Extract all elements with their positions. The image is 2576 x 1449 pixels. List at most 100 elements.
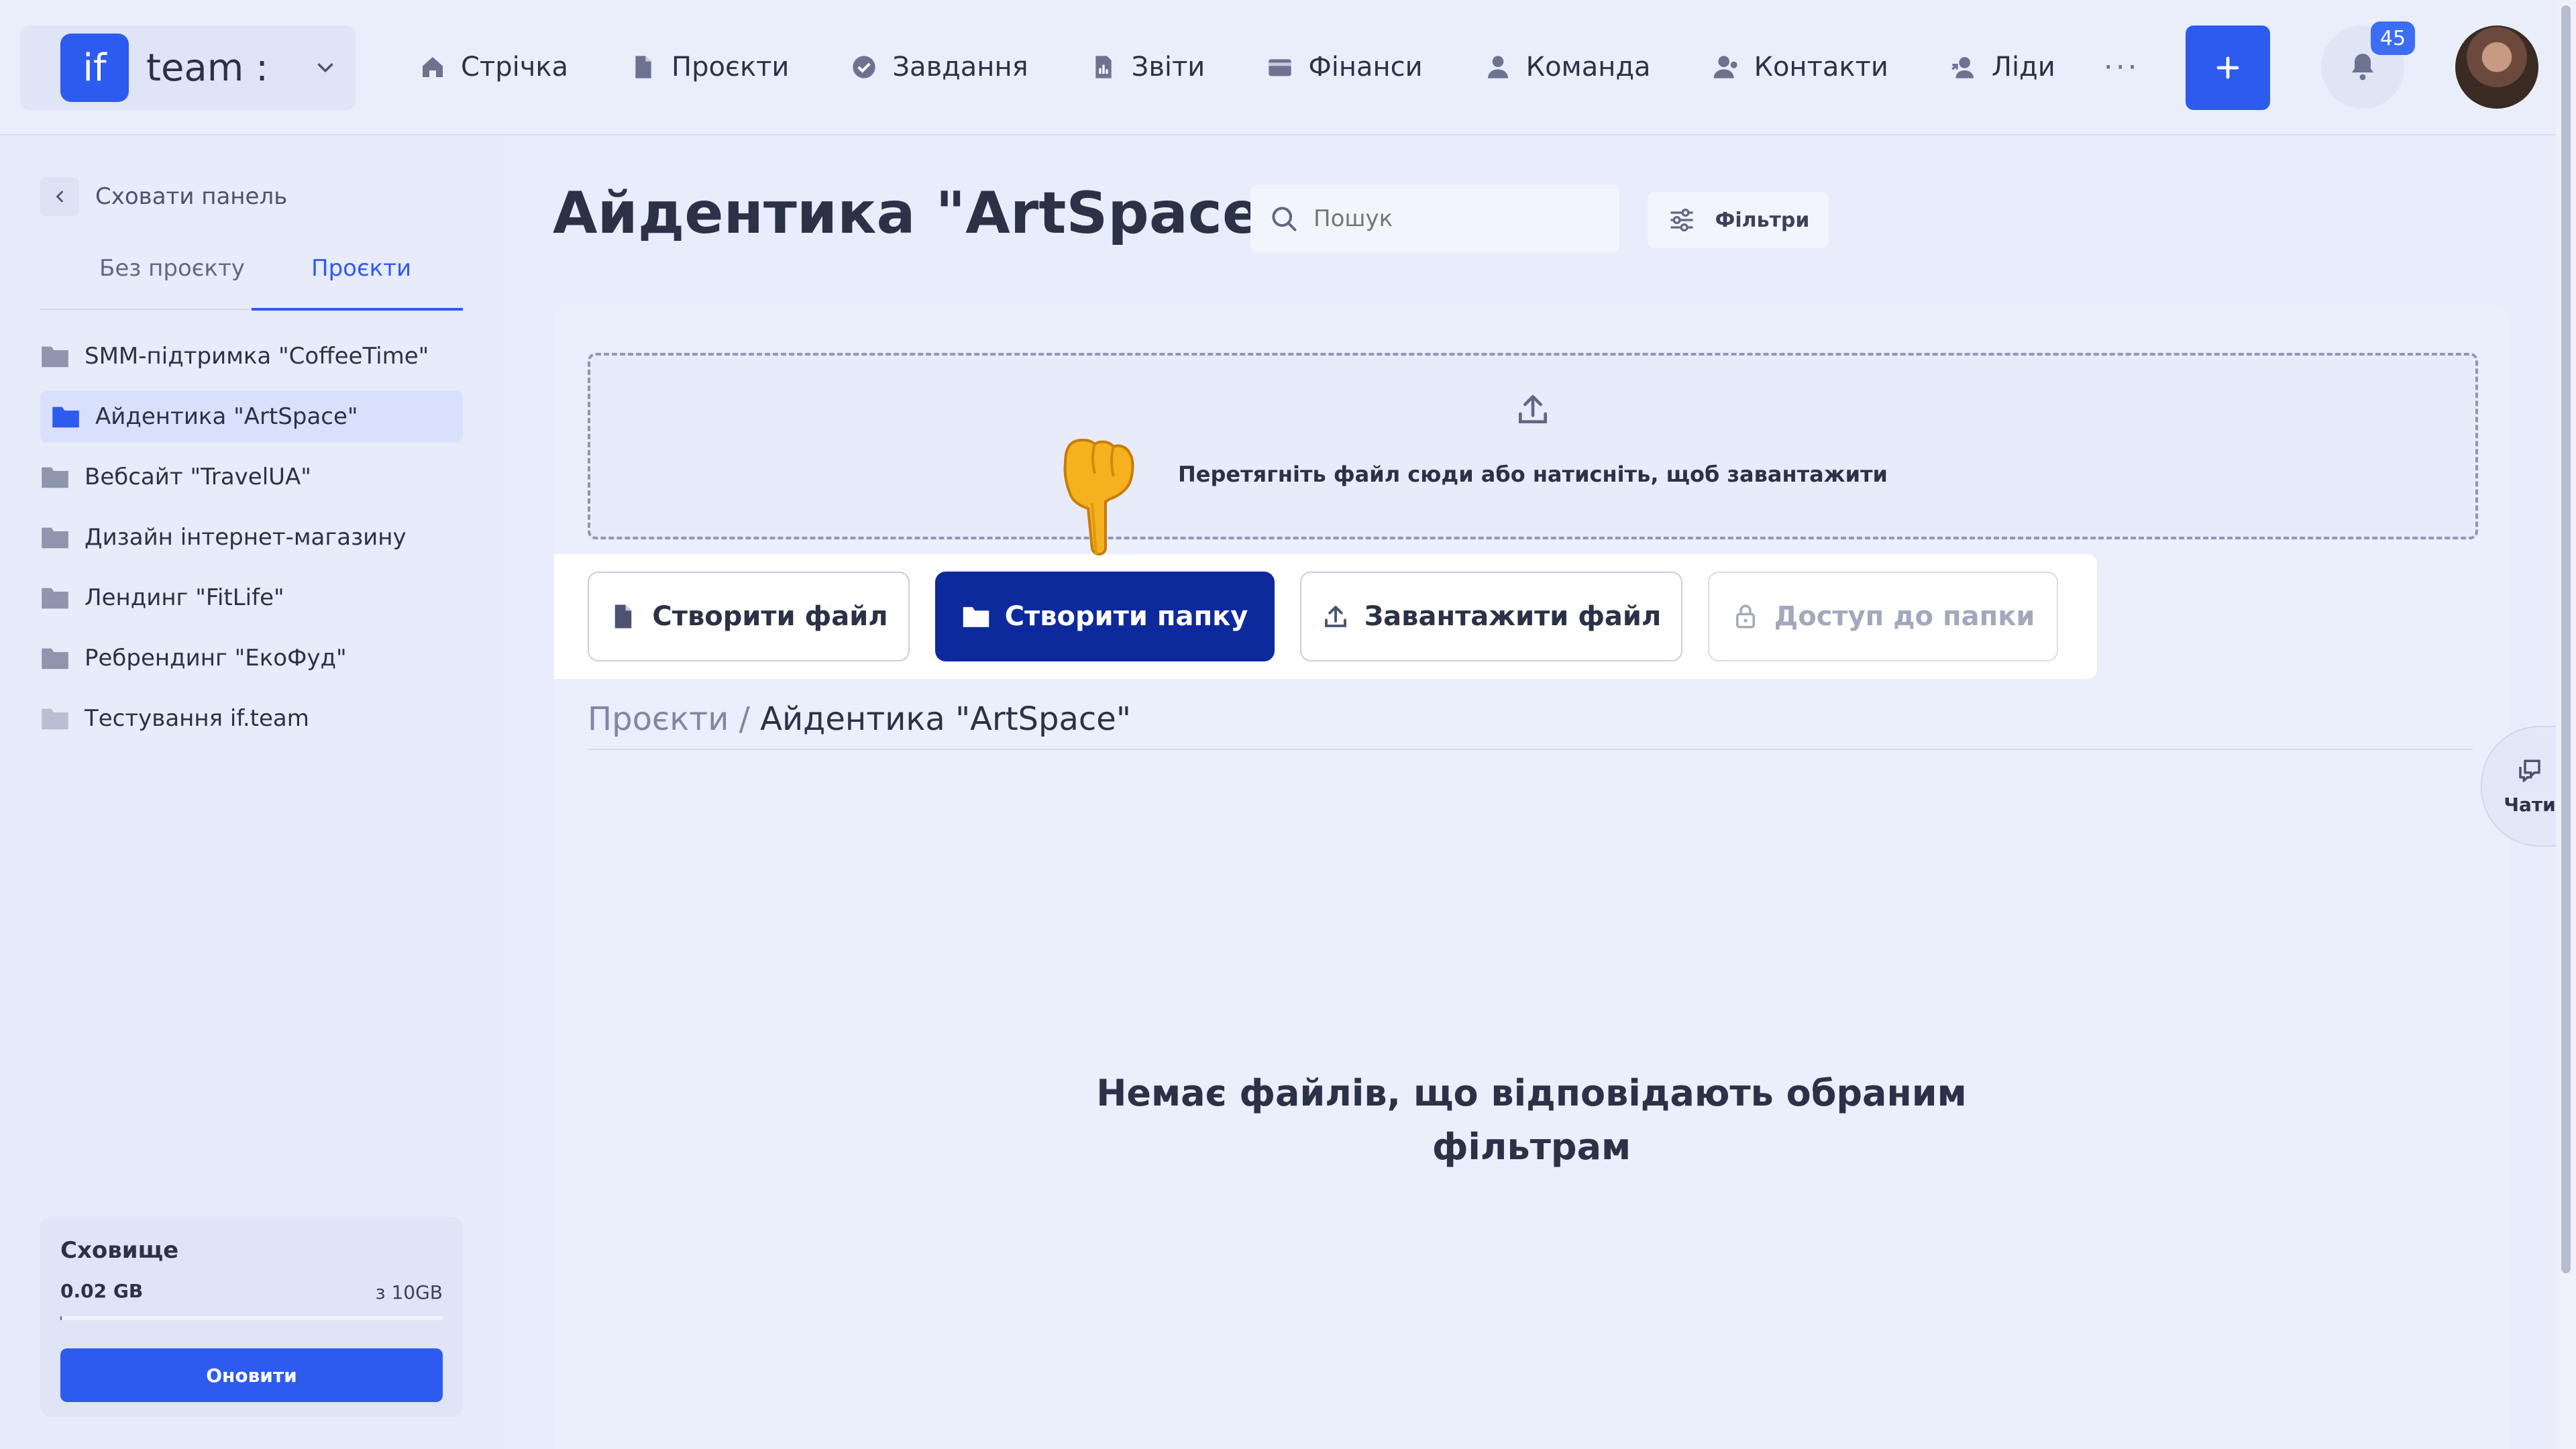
workspace-switcher[interactable]: if team : <box>20 25 356 110</box>
create-folder-button[interactable]: Створити папку <box>935 572 1275 661</box>
chevron-down-icon <box>317 63 333 72</box>
top-bar: if team : Стрічка Проєкти Завдання Звіти… <box>0 0 2556 136</box>
active-tab-indicator <box>252 308 463 311</box>
brand-logo: if <box>60 34 129 102</box>
storage-title: Сховище <box>60 1237 179 1264</box>
folder-access-button[interactable]: Доступ до папки <box>1708 572 2058 661</box>
project-list: SMM-підтримка "CoffeeTime" Айдентика "Ar… <box>40 330 463 753</box>
create-file-button[interactable]: Створити файл <box>588 572 910 661</box>
project-item[interactable]: Ребрендинг "ЕкоФуд" <box>40 632 463 684</box>
nav-label: Команда <box>1525 52 1651 83</box>
contacts-icon <box>1713 56 1737 78</box>
nav-label: Звіти <box>1131 52 1205 83</box>
folder-icon <box>42 346 68 368</box>
project-label: Лендинг "FitLife" <box>85 584 284 611</box>
sidebar: Сховати панель Без проєкту Проєкти SMM-п… <box>0 136 503 1449</box>
notifications-badge: 45 <box>2371 21 2415 55</box>
filter-sliders-icon <box>1670 208 1693 232</box>
project-item[interactable]: Лендинг "FitLife" <box>40 572 463 624</box>
create-file-label: Створити файл <box>652 601 888 632</box>
upload-dropzone[interactable]: Перетягніть файл сюди або натисніть, щоб… <box>588 353 2478 539</box>
hide-panel-button[interactable]: Сховати панель <box>40 177 287 216</box>
breadcrumb: Проєкти / Айдентика "ArtSpace" <box>588 700 1131 738</box>
nav-label: Фінанси <box>1308 52 1423 83</box>
folder-icon <box>963 607 989 627</box>
tab-no-project[interactable]: Без проєкту <box>99 255 245 282</box>
avatar[interactable] <box>2455 25 2538 109</box>
breadcrumb-current: Айдентика "ArtSpace" <box>760 700 1131 738</box>
upgrade-button[interactable]: Оновити <box>60 1348 443 1402</box>
lock-icon <box>1735 604 1755 629</box>
storage-used: 0.02 GB <box>60 1280 144 1302</box>
storage-total: з 10GB <box>375 1281 443 1303</box>
project-label: Ребрендинг "ЕкоФуд" <box>85 645 347 672</box>
report-icon <box>1095 56 1112 78</box>
folder-icon <box>42 467 68 488</box>
nav-item-team[interactable]: Команда <box>1485 52 1651 83</box>
dropzone-text: Перетягніть файл сюди або натисніть, щоб… <box>1178 462 1888 487</box>
storage-panel: Сховище 0.02 GB з 10GB Оновити <box>40 1217 463 1417</box>
project-item[interactable]: Вебсайт "TravelUA" <box>40 451 463 503</box>
filters-label: Фільтри <box>1715 208 1810 232</box>
upload-file-label: Завантажити файл <box>1364 601 1662 632</box>
sidebar-tabs: Без проєкту Проєкти <box>40 248 463 311</box>
actions-toolbar: Створити файл Створити папку Завантажити… <box>554 554 2097 679</box>
wallet-icon <box>1269 59 1291 76</box>
folder-icon <box>42 648 68 669</box>
project-label: Айдентика "ArtSpace" <box>95 403 358 430</box>
nav-label: Стрічка <box>461 52 569 83</box>
folder-icon <box>52 407 79 428</box>
nav-item-finance[interactable]: Фінанси <box>1267 52 1423 83</box>
folder-access-label: Доступ до папки <box>1774 601 2035 632</box>
nav-label: Ліди <box>1991 52 2055 83</box>
create-folder-label: Створити папку <box>1004 601 1248 632</box>
chevron-left-icon <box>40 177 79 216</box>
pointing-hand-icon <box>1063 439 1134 555</box>
bell-icon <box>2352 54 2373 80</box>
storage-progress-bar <box>60 1316 443 1320</box>
project-item-active[interactable]: Айдентика "ArtSpace" <box>40 390 463 443</box>
folder-icon <box>42 588 68 609</box>
nav-item-leads[interactable]: Ліди <box>1950 52 2055 83</box>
project-item[interactable]: SMM-підтримка "CoffeeTime" <box>40 330 463 382</box>
user-icon <box>1487 56 1508 78</box>
project-item[interactable]: Тестування if.team <box>40 692 463 745</box>
filters-button[interactable]: Фільтри <box>1648 192 1829 248</box>
file-icon <box>615 604 632 629</box>
search-icon <box>1272 207 1297 231</box>
chat-icon <box>2519 759 2540 782</box>
nav-item-contacts[interactable]: Контакти <box>1713 52 1888 83</box>
plus-icon <box>2216 56 2239 79</box>
folder-icon <box>42 527 68 549</box>
hide-panel-label: Сховати панель <box>95 183 288 210</box>
project-label: Вебсайт "TravelUA" <box>85 464 311 490</box>
nav-item-reports[interactable]: Звіти <box>1090 52 1205 83</box>
upload-icon <box>1324 606 1346 627</box>
search-box[interactable] <box>1250 185 1619 252</box>
nav-label: Завдання <box>892 52 1028 83</box>
page-title: Айдентика "ArtSpace" <box>553 180 1291 247</box>
project-label: Дизайн інтернет-магазину <box>85 524 407 551</box>
upload-file-button[interactable]: Завантажити файл <box>1300 572 1682 661</box>
brand-name: team : <box>146 46 268 90</box>
folder-icon <box>42 708 68 730</box>
project-label: SMM-підтримка "CoffeeTime" <box>85 343 429 370</box>
project-item[interactable]: Дизайн інтернет-магазину <box>40 511 463 564</box>
document-icon <box>635 56 651 78</box>
breadcrumb-root[interactable]: Проєкти / <box>588 700 750 738</box>
upload-icon <box>1519 395 1547 423</box>
nav-item-feed[interactable]: Стрічка <box>419 52 568 83</box>
more-menu-button[interactable]: ··· <box>2104 50 2140 85</box>
scrollbar-thumb[interactable] <box>2561 5 2571 1273</box>
storage-progress-fill <box>60 1316 62 1320</box>
leads-icon <box>1951 57 1974 78</box>
nav-item-tasks[interactable]: Завдання <box>851 52 1028 83</box>
search-input[interactable] <box>1312 205 1597 233</box>
main-nav: Стрічка Проєкти Завдання Звіти Фінанси К… <box>419 40 2140 94</box>
empty-state-line: Немає файлів, що відповідають обраним <box>1096 1072 1967 1114</box>
nav-label: Контакти <box>1754 52 1888 83</box>
create-new-button[interactable] <box>2186 25 2270 110</box>
nav-item-projects[interactable]: Проєкти <box>630 52 789 83</box>
nav-label: Проєкти <box>672 52 790 83</box>
tab-projects[interactable]: Проєкти <box>311 255 411 282</box>
